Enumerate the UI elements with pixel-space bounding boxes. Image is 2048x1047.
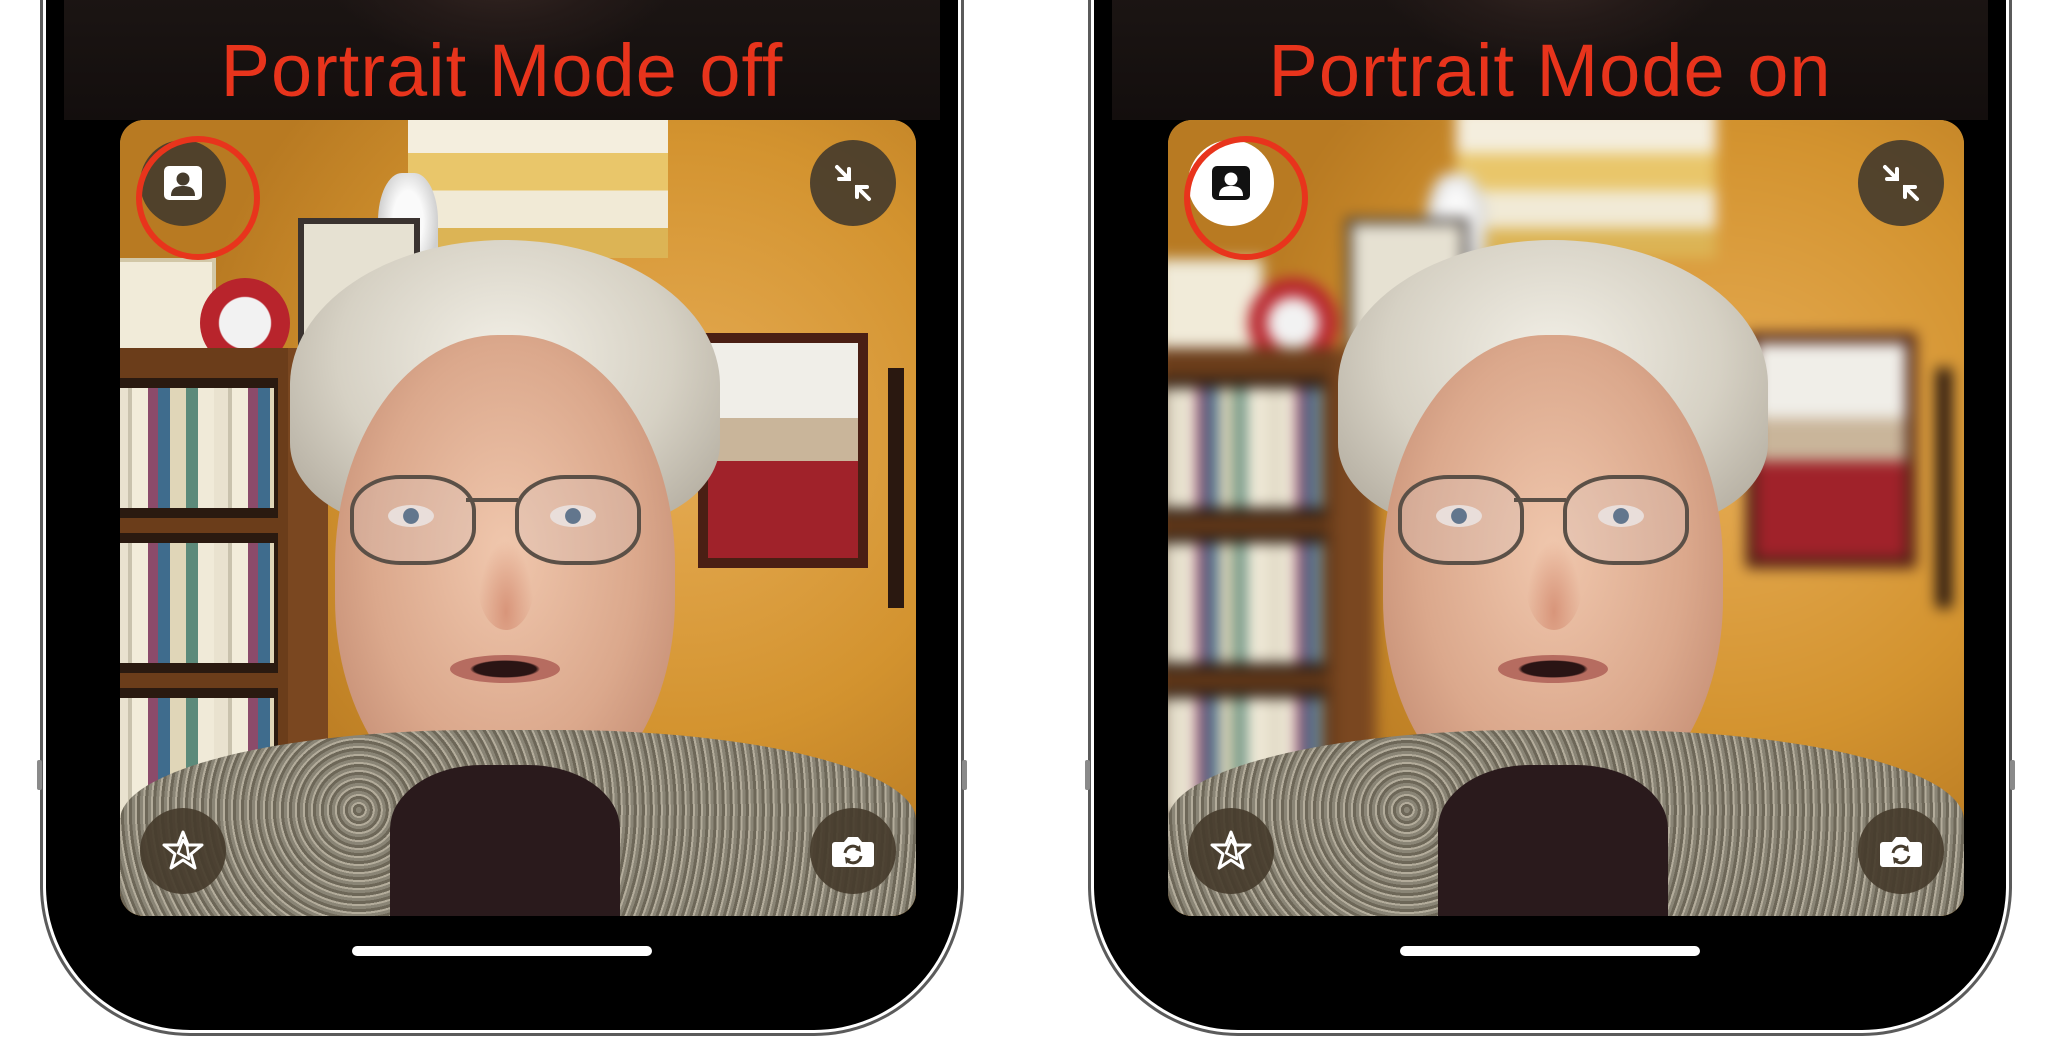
effects-star-icon xyxy=(1206,826,1256,876)
minimize-button[interactable] xyxy=(810,140,896,226)
effects-button[interactable] xyxy=(140,808,226,894)
phone-side-button xyxy=(2010,760,2015,790)
camera-flip-icon xyxy=(1876,826,1926,876)
home-indicator[interactable] xyxy=(352,946,652,956)
highlight-circle xyxy=(1184,136,1308,260)
highlight-circle xyxy=(136,136,260,260)
flip-camera-button[interactable] xyxy=(1858,808,1944,894)
self-view-tile[interactable] xyxy=(1168,120,1964,916)
facetime-screen: Portrait Mode off xyxy=(64,0,940,1014)
portrait-mode-button[interactable] xyxy=(136,136,260,260)
mode-caption: Portrait Mode on xyxy=(1268,29,1832,112)
effects-button[interactable] xyxy=(1188,808,1274,894)
camera-flip-icon xyxy=(828,826,878,876)
home-indicator[interactable] xyxy=(1400,946,1700,956)
phone-side-button xyxy=(962,760,967,790)
facetime-screen: Portrait Mode on xyxy=(1112,0,1988,1014)
mode-caption: Portrait Mode off xyxy=(220,29,784,112)
comparison-stage: Portrait Mode off Portrait Mode on xyxy=(0,0,2048,1047)
portrait-mode-button[interactable] xyxy=(1184,136,1308,260)
flip-camera-button[interactable] xyxy=(810,808,896,894)
phone-portrait-on: Portrait Mode on xyxy=(1085,0,2015,1036)
self-view-tile[interactable] xyxy=(120,120,916,916)
phone-side-button xyxy=(37,760,42,790)
minimize-arrows-icon xyxy=(828,158,878,208)
phone-portrait-off: Portrait Mode off xyxy=(37,0,967,1036)
phone-side-button xyxy=(1085,760,1090,790)
minimize-arrows-icon xyxy=(1876,158,1926,208)
minimize-button[interactable] xyxy=(1858,140,1944,226)
effects-star-icon xyxy=(158,826,208,876)
